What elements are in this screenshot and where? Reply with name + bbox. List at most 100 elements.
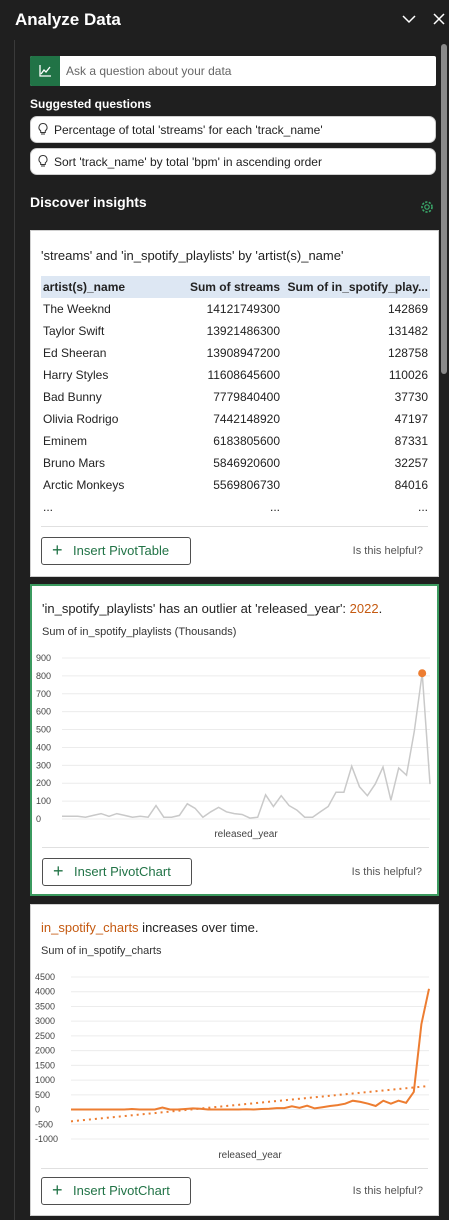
table-cell: Bruno Mars — [43, 456, 106, 470]
button-label: Insert PivotChart — [74, 864, 171, 879]
insight-card-table[interactable]: 'streams' and 'in_spotify_playlists' by … — [30, 230, 439, 577]
ask-question-input[interactable] — [66, 56, 426, 86]
suggested-questions-heading: Suggested questions — [30, 97, 152, 111]
insight-card-trend-chart[interactable]: in_spotify_charts increases over time. S… — [30, 904, 439, 1216]
table-row: Arctic Monkeys 5569806730 84016 — [41, 474, 430, 496]
pane-title: Analyze Data — [15, 10, 121, 29]
title-text: 'in_spotify_playlists' has an outlier at… — [42, 601, 350, 616]
table-row: Taylor Swift 13921486300 131482 — [41, 320, 430, 342]
insert-pivottable-button[interactable]: + Insert PivotTable — [41, 537, 191, 565]
table-cell: 110026 — [388, 368, 428, 382]
ask-question-box[interactable] — [30, 56, 436, 86]
table-row: Bad Bunny 7779840400 37730 — [41, 386, 430, 408]
y-tick-label: 200 — [36, 778, 51, 788]
column-header: artist(s)_name — [43, 280, 126, 294]
title-text: increases over time. — [138, 920, 259, 935]
insert-pivotchart-button[interactable]: + Insert PivotChart — [42, 858, 192, 886]
y-tick-label: 700 — [36, 689, 51, 699]
y-tick-label: 1500 — [35, 1060, 55, 1070]
trend-line-chart: -1000 -500 0 500 1000 1500 2000 2500 3000 3500 400… — [35, 972, 430, 1161]
title-text: . — [378, 601, 383, 616]
plus-icon: + — [53, 861, 64, 881]
suggested-question-text: Percentage of total 'streams' for each '… — [54, 123, 323, 137]
plus-icon: + — [52, 1180, 63, 1200]
card-divider — [41, 526, 428, 527]
table-cell: 37730 — [394, 390, 428, 404]
table-row: Olivia Rodrigo 7442148920 47197 — [41, 408, 430, 430]
insight-card-outlier-chart[interactable]: 'in_spotify_playlists' has an outlier at… — [30, 584, 439, 896]
suggested-question-2[interactable]: Sort 'track_name' by total 'bpm' in asce… — [30, 148, 436, 175]
suggested-question-1[interactable]: Percentage of total 'streams' for each '… — [30, 116, 436, 143]
insight-title: in_spotify_charts increases over time. — [41, 920, 259, 935]
y-tick-label: 500 — [36, 725, 51, 735]
table-row: Harry Styles 11608645600 110026 — [41, 364, 430, 386]
y-tick-label: 1000 — [35, 1075, 55, 1085]
insight-title: 'streams' and 'in_spotify_playlists' by … — [41, 248, 344, 263]
is-this-helpful-link[interactable]: Is this helpful? — [353, 545, 423, 557]
y-tick-label: 2500 — [35, 1031, 55, 1041]
table-cell: Taylor Swift — [43, 324, 105, 338]
task-pane-header: Analyze Data — [0, 0, 449, 40]
button-label: Insert PivotChart — [73, 1183, 170, 1198]
column-header: Sum of streams — [189, 280, 280, 294]
lightbulb-icon — [38, 154, 48, 167]
table-cell: Arctic Monkeys — [43, 478, 125, 492]
scrollbar-thumb[interactable] — [441, 44, 447, 374]
lightbulb-icon — [38, 122, 48, 135]
table-cell: 87331 — [394, 434, 428, 448]
outlier-point — [418, 669, 427, 678]
table-row: The Weeknd 14121749300 142869 — [41, 298, 430, 320]
table-header-row: artist(s)_name Sum of streams Sum of in_… — [41, 276, 430, 298]
gear-icon[interactable] — [419, 199, 435, 215]
close-icon[interactable] — [430, 10, 448, 28]
chevron-down-icon[interactable] — [400, 10, 418, 28]
x-axis-label: released_year — [218, 1150, 282, 1161]
insert-pivotchart-button[interactable]: + Insert PivotChart — [41, 1177, 191, 1205]
discover-insights-heading: Discover insights — [30, 194, 147, 210]
x-axis-label: released_year — [214, 829, 278, 840]
y-tick-label: 300 — [36, 760, 51, 770]
table-cell: Ed Sheeran — [43, 346, 107, 360]
y-tick-label: 0 — [36, 814, 41, 824]
y-tick-label: -1000 — [35, 1134, 58, 1144]
table-cell: 128758 — [387, 346, 428, 360]
y-tick-label: 3500 — [35, 1001, 55, 1011]
table-cell: 14121749300 — [206, 302, 280, 316]
y-tick-label: 0 — [35, 1105, 40, 1115]
y-tick-label: 600 — [36, 707, 51, 717]
table-cell: Harry Styles — [43, 368, 109, 382]
table-cell: 142869 — [387, 302, 428, 316]
table-cell: 13908947200 — [206, 346, 280, 360]
chart-subtitle: Sum of in_spotify_charts — [41, 945, 162, 957]
y-tick-label: 500 — [35, 1090, 50, 1100]
y-tick-label: 3000 — [35, 1016, 55, 1026]
table-cell: 6183805600 — [213, 434, 280, 448]
is-this-helpful-link[interactable]: Is this helpful? — [353, 1185, 423, 1197]
table-cell: 5569806730 — [213, 478, 280, 492]
pane-border — [14, 40, 15, 1220]
table-ellipsis-row: ... ... ... — [41, 498, 430, 520]
title-highlight: in_spotify_charts — [41, 920, 139, 935]
y-tick-label: 900 — [36, 653, 51, 663]
chart-subtitle: Sum of in_spotify_playlists (Thousands) — [42, 626, 237, 638]
outlier-line-chart: 0 100 200 300 400 500 600 700 800 900 released_yea… — [36, 653, 431, 840]
title-highlight: 2022 — [349, 601, 379, 616]
y-tick-label: 100 — [36, 796, 51, 806]
y-tick-label: 2000 — [35, 1046, 55, 1056]
table-cell: 47197 — [394, 412, 428, 426]
card-divider — [41, 1168, 428, 1169]
series-line — [62, 673, 431, 819]
table-cell: The Weeknd — [43, 302, 111, 316]
table-cell: 5846920600 — [213, 456, 280, 470]
is-this-helpful-link[interactable]: Is this helpful? — [352, 866, 422, 878]
y-tick-label: 400 — [36, 742, 51, 752]
table-cell: ... — [417, 500, 428, 514]
y-tick-label: -500 — [35, 1119, 53, 1129]
table-cell: ... — [269, 500, 280, 514]
table-row: Eminem 6183805600 87331 — [41, 430, 430, 452]
y-tick-label: 4000 — [35, 987, 55, 997]
table-cell: 84016 — [394, 478, 428, 492]
table-cell: 32257 — [394, 456, 428, 470]
button-label: Insert PivotTable — [73, 543, 170, 558]
table-cell: Bad Bunny — [43, 390, 102, 404]
